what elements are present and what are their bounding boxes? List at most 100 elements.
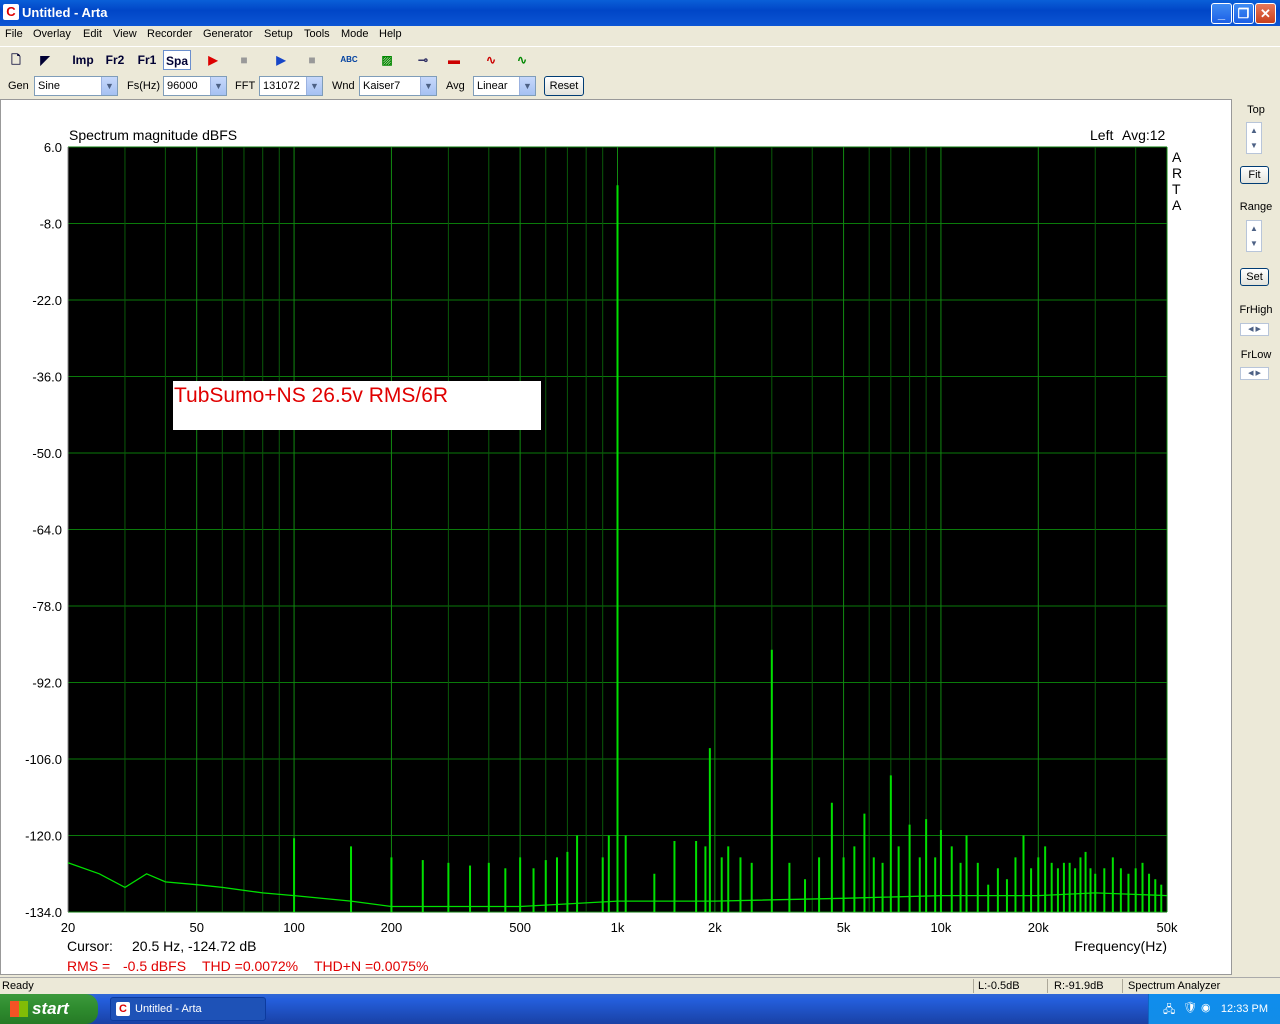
chevron-down-icon[interactable]: ▼ (210, 77, 226, 95)
x-tick-label: 200 (381, 920, 403, 935)
y-tick-label: -22.0 (32, 293, 62, 308)
x-tick-label: 50 (189, 920, 203, 935)
close-button[interactable]: ✕ (1255, 3, 1276, 24)
new-icon[interactable]: 🗋 (5, 50, 27, 70)
set-button[interactable]: Set (1240, 268, 1269, 286)
thd-value: THD =0.0072% (202, 958, 298, 974)
spa-button[interactable]: Spa (163, 50, 191, 70)
play-icon[interactable]: ▶ (270, 50, 292, 70)
menu-edit[interactable]: Edit (83, 28, 102, 40)
minimize-button[interactable]: _ (1211, 3, 1232, 24)
x-tick-label: 2k (708, 920, 722, 935)
chevron-down-icon[interactable]: ▼ (420, 77, 436, 95)
cursor-label: Cursor: (67, 938, 113, 954)
range-label: Range (1239, 201, 1273, 213)
status-right-level: R:-91.9dB (1054, 980, 1104, 992)
fr1-button[interactable]: Fr1 (134, 50, 160, 70)
avg-count: Avg:12 (1122, 127, 1166, 143)
imp-button[interactable]: Imp (70, 50, 96, 70)
clock: 12:33 PM (1220, 1003, 1268, 1015)
scope-icon[interactable]: ∿ (480, 50, 502, 70)
antivirus-icon[interactable]: ◉ (1201, 1001, 1211, 1014)
y-tick-label: 6.0 (44, 140, 62, 155)
fr2-button[interactable]: Fr2 (102, 50, 128, 70)
shield-icon[interactable]: 🛡 (1183, 1001, 1197, 1014)
x-tick-label: 1k (611, 920, 625, 935)
chevron-down-icon[interactable]: ▼ (306, 77, 322, 95)
status-left-level: L:-0.5dB (978, 980, 1020, 992)
y-tick-label: -120.0 (25, 829, 62, 844)
plot-area: 6.0 -8.0 -22.0 -36.0 -50.0 -64.0 -78.0 -92.0 -10… (0, 99, 1232, 975)
gen-label: Gen (8, 80, 29, 92)
arta-letter-r: R (1172, 165, 1182, 181)
avg-value: Linear (477, 80, 508, 92)
x-tick-label: 50k (1157, 920, 1178, 935)
probe-icon[interactable]: ⊸ (412, 50, 434, 70)
stop2-icon[interactable]: ■ (301, 50, 323, 70)
y-tick-label: -134.0 (25, 905, 62, 920)
chevron-down-icon[interactable]: ▼ (101, 77, 117, 95)
status-divider (973, 979, 974, 993)
fs-label: Fs(Hz) (127, 80, 160, 92)
wnd-select[interactable]: Kaiser7 ▼ (359, 76, 437, 96)
annotation-text: TubSumo+NS 26.5v RMS/6R (174, 384, 448, 407)
top-spinner[interactable]: ▲ ▼ (1246, 122, 1262, 154)
open-icon[interactable]: ◤ (34, 50, 56, 70)
channel-label: Left (1090, 127, 1113, 143)
app-icon[interactable]: C (3, 4, 19, 20)
y-tick-label: -36.0 (32, 370, 62, 385)
cursor-value: 20.5 Hz, -124.72 dB (132, 938, 257, 954)
x-tick-label: 100 (283, 920, 305, 935)
app-icon: C (116, 1002, 130, 1016)
fs-select[interactable]: 96000 ▼ (163, 76, 227, 96)
window-title: Untitled - Arta (22, 5, 108, 20)
frhigh-spinner[interactable]: ◀ ▶ (1240, 323, 1269, 336)
level-icon[interactable]: ▬ (443, 50, 465, 70)
menu-generator[interactable]: Generator (203, 28, 253, 40)
thdn-value: THD+N =0.0075% (314, 958, 428, 974)
network-icon[interactable]: 🖧 (1163, 1001, 1175, 1020)
menu-tools[interactable]: Tools (304, 28, 330, 40)
chevron-down-icon[interactable]: ▼ (519, 77, 535, 95)
y-axis: 6.0 -8.0 -22.0 -36.0 -50.0 -64.0 -78.0 -92.0 -10… (25, 140, 62, 920)
fft-label: FFT (235, 80, 256, 92)
reset-button[interactable]: Reset (544, 76, 584, 96)
control-bar: Gen Sine ▼ Fs(Hz) 96000 ▼ FFT 131072 ▼ Wnd … (0, 74, 1280, 98)
arta-letter-t: T (1172, 181, 1181, 197)
menu-recorder[interactable]: Recorder (147, 28, 192, 40)
spectrum-chart[interactable]: 6.0 -8.0 -22.0 -36.0 -50.0 -64.0 -78.0 -92.0 -10… (1, 100, 1231, 974)
taskbar: start C Untitled - Arta 🖧 🛡 ◉ 12:33 PM (0, 994, 1280, 1024)
menu-bar: File Overlay Edit View Recorder Generato… (0, 26, 1280, 44)
maximize-button[interactable]: ❐ (1233, 3, 1254, 24)
arta-letter-a2: A (1172, 197, 1182, 213)
start-button[interactable]: start (0, 994, 98, 1024)
abc-icon[interactable]: ABC (338, 50, 360, 70)
gen-value: Sine (38, 80, 61, 92)
record-icon[interactable]: ▶ (202, 50, 224, 70)
frlow-spinner[interactable]: ◀ ▶ (1240, 367, 1269, 380)
menu-setup[interactable]: Setup (264, 28, 293, 40)
status-divider (1047, 979, 1048, 993)
spectrum-icon[interactable]: ∿ (511, 50, 533, 70)
fit-button[interactable]: Fit (1240, 166, 1269, 184)
gen-select[interactable]: Sine ▼ (34, 76, 118, 96)
menu-file[interactable]: File (5, 28, 23, 40)
wnd-label: Wnd (332, 80, 355, 92)
menu-mode[interactable]: Mode (341, 28, 369, 40)
taskbar-item-label: Untitled - Arta (135, 1003, 202, 1015)
stop-icon[interactable]: ■ (233, 50, 255, 70)
menu-help[interactable]: Help (379, 28, 402, 40)
status-divider (1122, 979, 1123, 993)
menu-view[interactable]: View (113, 28, 137, 40)
fft-select[interactable]: 131072 ▼ (259, 76, 323, 96)
avg-select[interactable]: Linear ▼ (473, 76, 536, 96)
range-spinner[interactable]: ▲ ▼ (1246, 220, 1262, 252)
fs-value: 96000 (167, 80, 198, 92)
menu-overlay[interactable]: Overlay (33, 28, 71, 40)
pattern-icon[interactable]: ▨ (376, 50, 398, 70)
y-tick-label: -64.0 (32, 523, 62, 538)
start-label: start (32, 999, 69, 1018)
toolbar: 🗋 ◤ Imp Fr2 Fr1 Spa ▶ ■ ▶ ■ ABC ▨ ⊸ ▬ ∿ … (0, 46, 1280, 72)
taskbar-item-arta[interactable]: C Untitled - Arta (110, 997, 266, 1021)
x-axis: 20 50 100 200 500 1k 2k 5k 10k 20k 50k (61, 920, 1178, 935)
